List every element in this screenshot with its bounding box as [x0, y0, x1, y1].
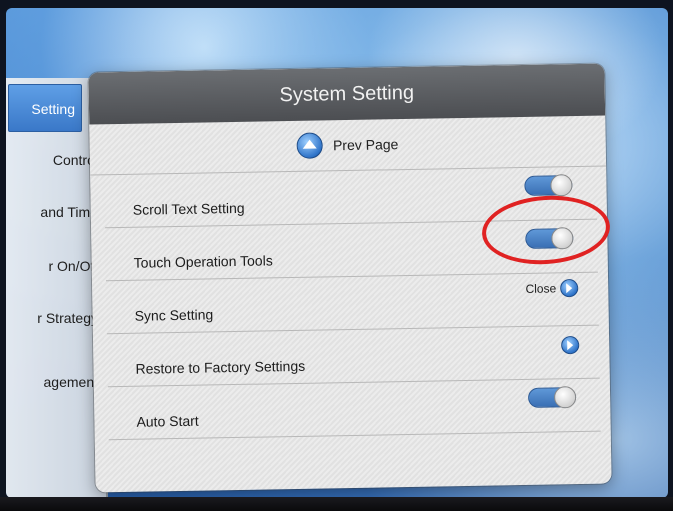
- side-menu-item-setting[interactable]: Setting: [8, 84, 82, 132]
- side-menu-item-power-onoff[interactable]: r On/Off: [6, 242, 104, 290]
- side-menu-item-label: Setting: [31, 101, 75, 117]
- scroll-text-toggle[interactable]: [524, 174, 573, 197]
- setting-row-auto-start: Auto Start: [107, 378, 601, 441]
- restore-factory-button[interactable]: [561, 336, 580, 355]
- setting-row-sync: Sync Setting Close: [106, 272, 599, 335]
- sync-setting-button[interactable]: Close: [525, 279, 579, 298]
- setting-label: Auto Start: [136, 412, 199, 430]
- side-menu-item-label: agement: [43, 374, 98, 390]
- setting-label: Sync Setting: [134, 306, 214, 324]
- sync-setting-value: Close: [525, 281, 557, 296]
- chevron-right-icon: [560, 279, 579, 298]
- dialog-title: System Setting: [88, 63, 606, 125]
- side-menu-item-label: r On/Off: [48, 258, 98, 274]
- side-menu-item-label: and Time: [40, 204, 98, 220]
- up-arrow-icon: [296, 132, 324, 159]
- setting-row-restore-factory: Restore to Factory Settings: [106, 325, 600, 388]
- setting-label: Restore to Factory Settings: [135, 357, 306, 377]
- side-menu-item-strategy[interactable]: r Strategy: [6, 294, 104, 342]
- chevron-right-icon: [561, 336, 580, 355]
- side-menu-item-label: r Strategy: [37, 310, 98, 326]
- prev-page-label: Prev Page: [332, 136, 399, 154]
- side-menu-item-time[interactable]: and Time: [6, 188, 104, 236]
- prev-page-button[interactable]: Prev Page: [89, 115, 607, 176]
- toggle-knob: [550, 174, 573, 197]
- system-setting-dialog: System Setting Prev Page Scroll Text Set…: [88, 63, 612, 493]
- setting-label: Touch Operation Tools: [133, 252, 273, 271]
- auto-start-toggle[interactable]: [527, 386, 577, 409]
- monitor-bezel: [0, 497, 673, 511]
- toggle-knob: [553, 386, 577, 409]
- setting-label: Scroll Text Setting: [132, 199, 245, 218]
- side-menu-item-management[interactable]: agement: [6, 358, 104, 406]
